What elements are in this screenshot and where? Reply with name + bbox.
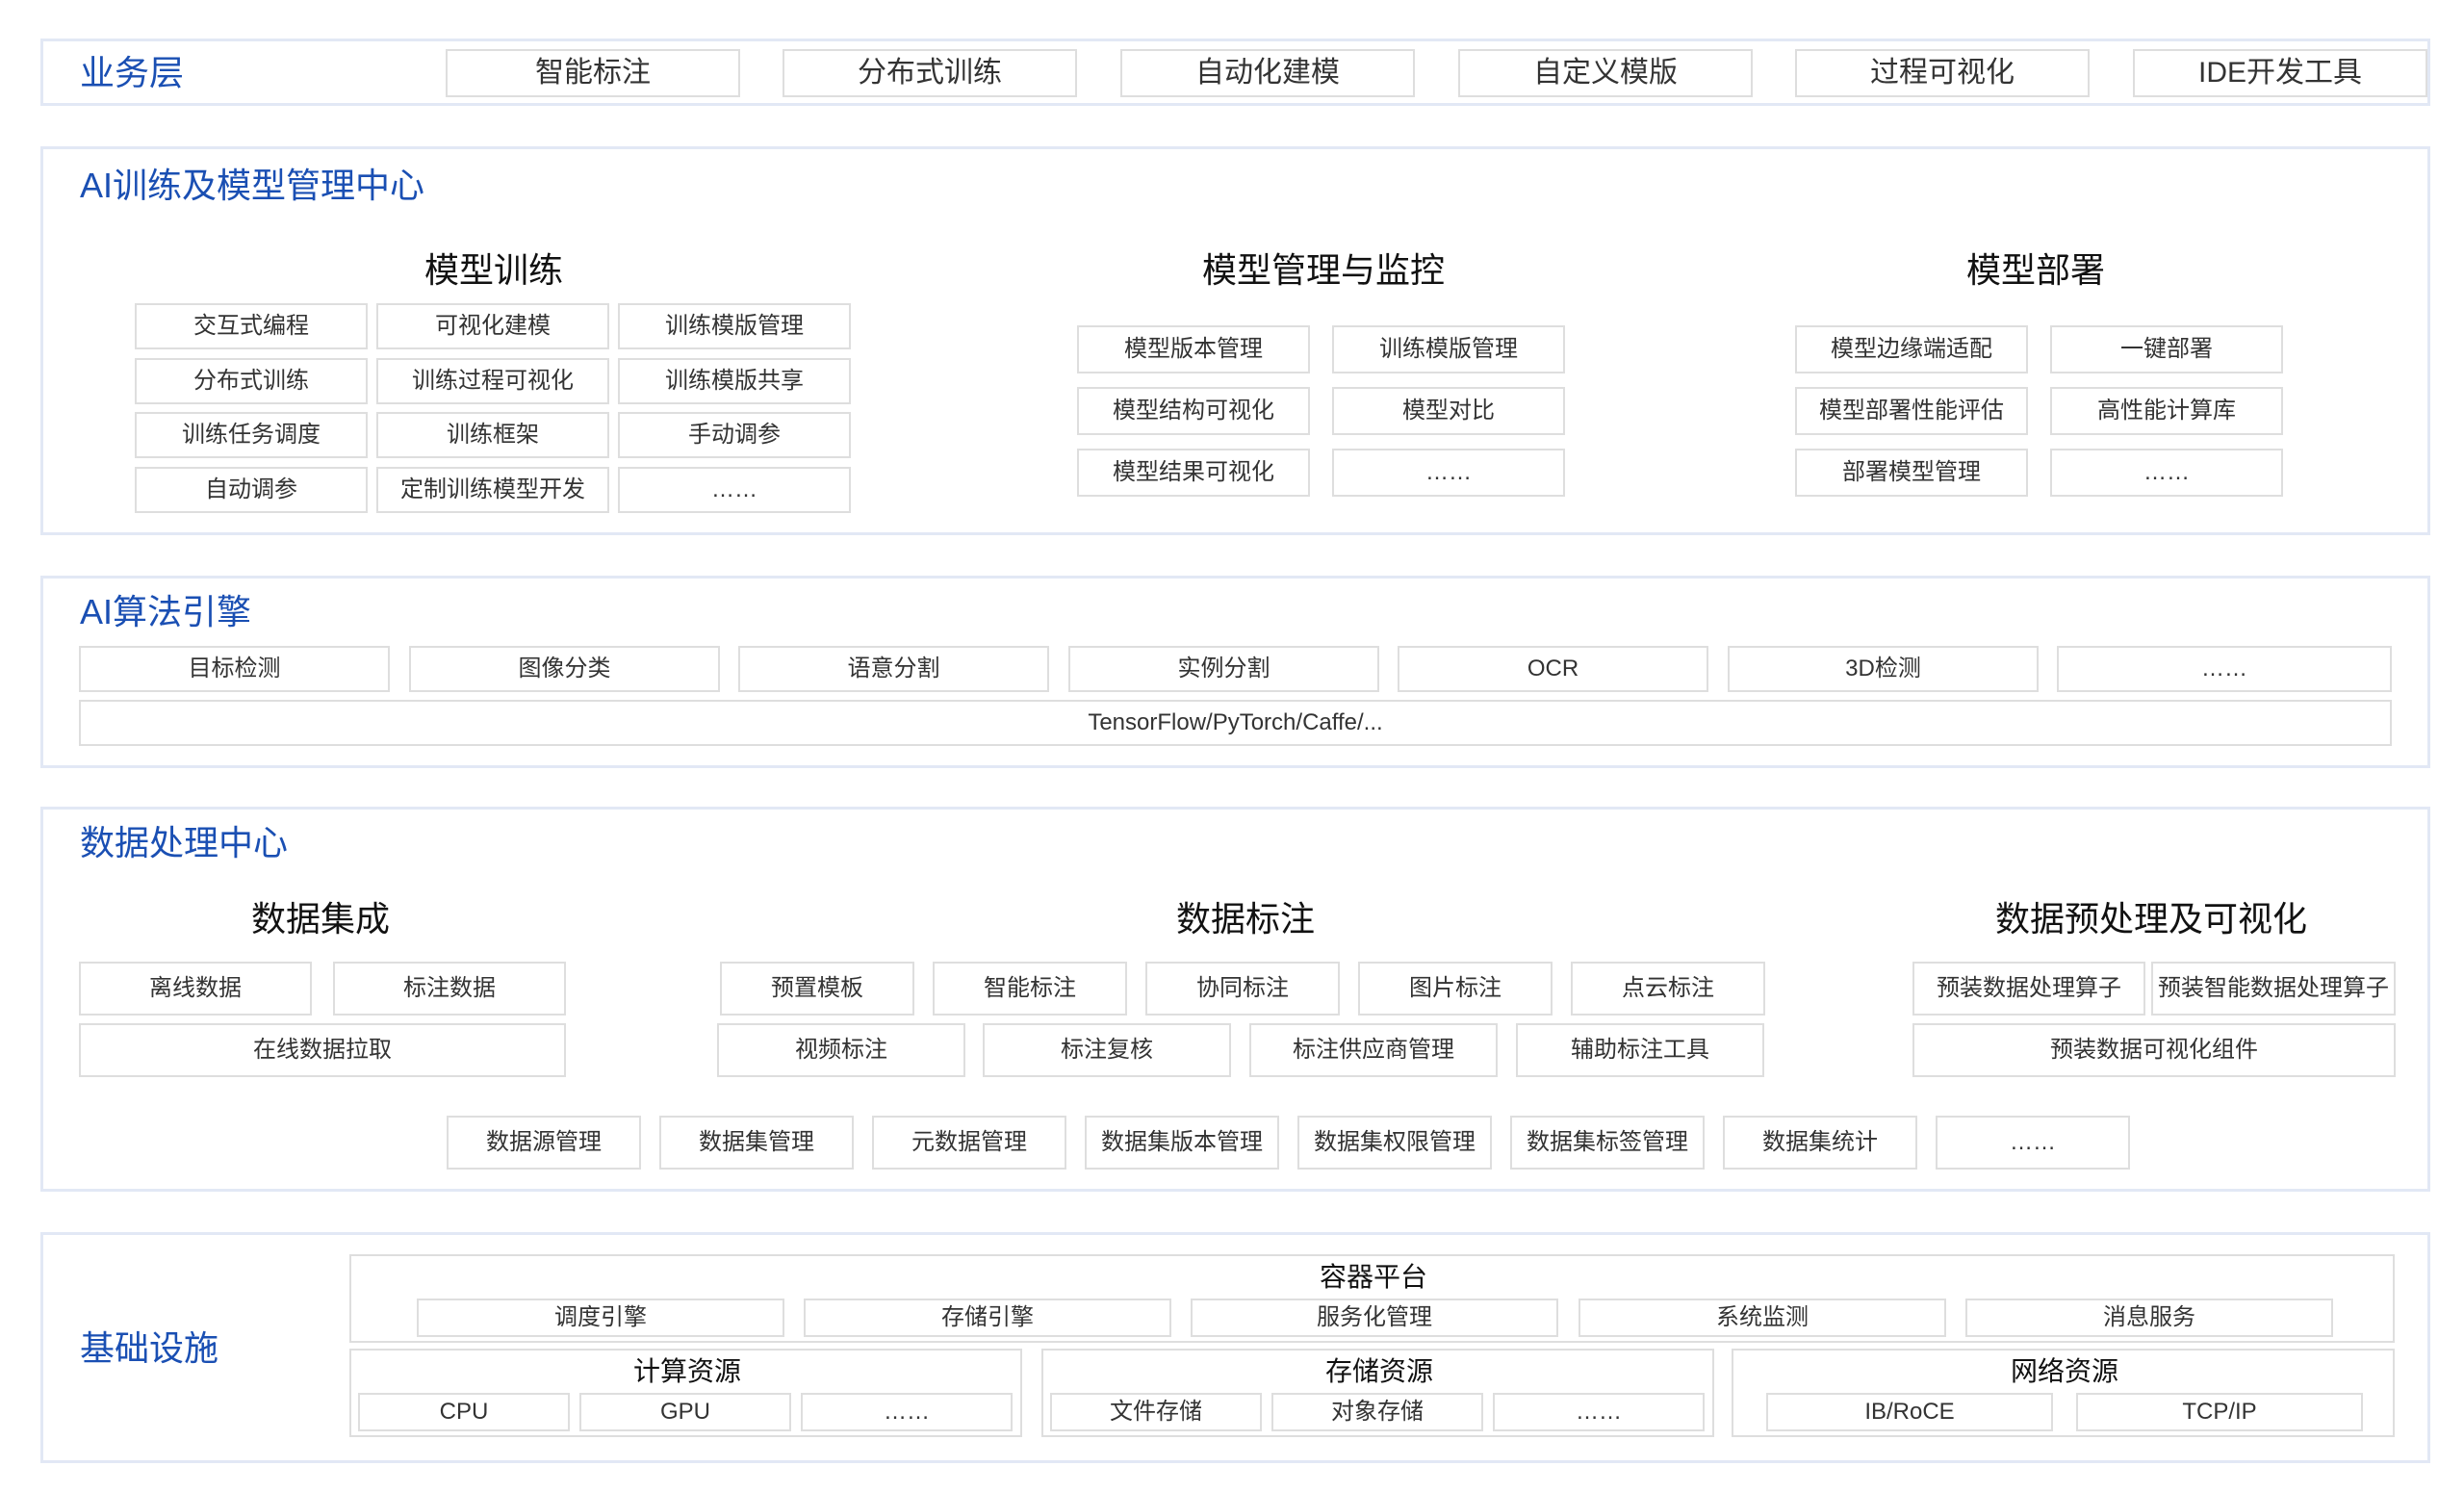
dataset-item: 数据集版本管理 xyxy=(1085,1116,1279,1170)
integration-item: 标注数据 xyxy=(333,962,566,1016)
dataset-item: 元数据管理 xyxy=(872,1116,1066,1170)
business-item: 自动化建模 xyxy=(1120,49,1415,97)
integration-item: 在线数据拉取 xyxy=(79,1023,566,1077)
network-item: IB/RoCE xyxy=(1766,1393,2053,1431)
annotation-title: 数据标注 xyxy=(1175,899,1316,939)
training-item: …… xyxy=(618,467,851,513)
training-item: 手动调参 xyxy=(618,412,851,458)
management-item: 模型版本管理 xyxy=(1077,325,1310,373)
compute-title: 计算资源 xyxy=(632,1356,742,1386)
training-item: 定制训练模型开发 xyxy=(376,467,609,513)
infra-title: 基础设施 xyxy=(80,1328,219,1368)
algo-item: 目标检测 xyxy=(79,646,390,692)
algo-title: AI算法引擎 xyxy=(80,592,252,631)
business-item: 自定义模版 xyxy=(1458,49,1753,97)
training-item: 训练过程可视化 xyxy=(376,358,609,404)
storage-resources: 存储资源 文件存储 对象存储 …… xyxy=(1041,1349,1714,1437)
container-item: 存储引擎 xyxy=(804,1299,1171,1337)
container-item: 服务化管理 xyxy=(1191,1299,1558,1337)
annotation-item: 智能标注 xyxy=(933,962,1127,1016)
dataset-item: 数据集权限管理 xyxy=(1297,1116,1492,1170)
storage-item: 文件存储 xyxy=(1050,1393,1262,1431)
business-item: 过程可视化 xyxy=(1795,49,2090,97)
dataset-item: 数据集管理 xyxy=(659,1116,854,1170)
deployment-item: 一键部署 xyxy=(2050,325,2283,373)
annotation-item: 标注供应商管理 xyxy=(1249,1023,1498,1077)
compute-item: CPU xyxy=(358,1393,570,1431)
algo-item: …… xyxy=(2057,646,2392,692)
deployment-item: 模型边缘端适配 xyxy=(1795,325,2028,373)
annotation-item: 点云标注 xyxy=(1571,962,1765,1016)
deployment-title: 模型部署 xyxy=(1965,250,2106,290)
training-item: 分布式训练 xyxy=(135,358,368,404)
business-layer-title: 业务层 xyxy=(80,53,185,92)
algo-item: 3D检测 xyxy=(1728,646,2039,692)
business-item: 智能标注 xyxy=(446,49,740,97)
training-item: 训练任务调度 xyxy=(135,412,368,458)
compute-item: GPU xyxy=(579,1393,791,1431)
container-platform: 容器平台 调度引擎 存储引擎 服务化管理 系统监测 消息服务 xyxy=(349,1254,2395,1343)
training-item: 自动调参 xyxy=(135,467,368,513)
management-item: …… xyxy=(1332,449,1565,497)
preprocess-title: 数据预处理及可视化 xyxy=(1994,899,2308,939)
annotation-item: 协同标注 xyxy=(1145,962,1340,1016)
network-item: TCP/IP xyxy=(2076,1393,2363,1431)
training-item: 可视化建模 xyxy=(376,303,609,349)
compute-resources: 计算资源 CPU GPU …… xyxy=(349,1349,1022,1437)
integration-item: 离线数据 xyxy=(79,962,312,1016)
annotation-item: 预置模板 xyxy=(720,962,914,1016)
deployment-item: 模型部署性能评估 xyxy=(1795,387,2028,435)
management-item: 模型对比 xyxy=(1332,387,1565,435)
integration-title: 数据集成 xyxy=(250,899,391,939)
dataset-item: 数据源管理 xyxy=(447,1116,641,1170)
dataset-item: 数据集统计 xyxy=(1723,1116,1917,1170)
container-title: 容器平台 xyxy=(1319,1262,1428,1292)
compute-item: …… xyxy=(801,1393,1013,1431)
training-title: 模型训练 xyxy=(424,250,564,290)
deployment-item: 部署模型管理 xyxy=(1795,449,2028,497)
algo-layer: AI算法引擎 目标检测 图像分类 语意分割 实例分割 OCR 3D检测 …… T… xyxy=(40,576,2430,768)
container-item: 消息服务 xyxy=(1965,1299,2333,1337)
business-item: 分布式训练 xyxy=(783,49,1077,97)
deployment-item: 高性能计算库 xyxy=(2050,387,2283,435)
storage-title: 存储资源 xyxy=(1324,1356,1434,1386)
ai-center-title: AI训练及模型管理中心 xyxy=(80,166,425,205)
management-item: 模型结果可视化 xyxy=(1077,449,1310,497)
framework-bar: TensorFlow/PyTorch/Caffe/... xyxy=(79,700,2392,746)
storage-item: …… xyxy=(1493,1393,1705,1431)
management-item: 训练模版管理 xyxy=(1332,325,1565,373)
annotation-item: 视频标注 xyxy=(717,1023,965,1077)
deployment-item: …… xyxy=(2050,449,2283,497)
annotation-item: 辅助标注工具 xyxy=(1516,1023,1764,1077)
ai-center-layer: AI训练及模型管理中心 模型训练 交互式编程 可视化建模 训练模版管理 分布式训… xyxy=(40,146,2430,535)
network-title: 网络资源 xyxy=(2010,1356,2119,1386)
container-item: 调度引擎 xyxy=(417,1299,784,1337)
algo-item: OCR xyxy=(1398,646,1708,692)
training-item: 交互式编程 xyxy=(135,303,368,349)
dataset-item: …… xyxy=(1936,1116,2130,1170)
storage-item: 对象存储 xyxy=(1271,1393,1483,1431)
annotation-item: 标注复核 xyxy=(983,1023,1231,1077)
algo-item: 语意分割 xyxy=(738,646,1049,692)
business-item: IDE开发工具 xyxy=(2133,49,2427,97)
dataset-item: 数据集标签管理 xyxy=(1510,1116,1705,1170)
preprocess-item: 预装数据处理算子 xyxy=(1912,962,2145,1016)
network-resources: 网络资源 IB/RoCE TCP/IP xyxy=(1732,1349,2395,1437)
data-center-title: 数据处理中心 xyxy=(80,823,289,862)
data-center-layer: 数据处理中心 数据集成 离线数据 标注数据 在线数据拉取 数据标注 预置模板 智… xyxy=(40,807,2430,1192)
training-item: 训练模版共享 xyxy=(618,358,851,404)
preprocess-item: 预装智能数据处理算子 xyxy=(2151,962,2396,1016)
training-item: 训练框架 xyxy=(376,412,609,458)
preprocess-item: 预装数据可视化组件 xyxy=(1912,1023,2396,1077)
management-title: 模型管理与监控 xyxy=(1201,250,1446,290)
algo-item: 图像分类 xyxy=(409,646,720,692)
management-item: 模型结构可视化 xyxy=(1077,387,1310,435)
infra-layer: 基础设施 容器平台 调度引擎 存储引擎 服务化管理 系统监测 消息服务 计算资源… xyxy=(40,1232,2430,1463)
business-layer: 业务层 智能标注 分布式训练 自动化建模 自定义模版 过程可视化 IDE开发工具 xyxy=(40,39,2430,106)
training-item: 训练模版管理 xyxy=(618,303,851,349)
container-item: 系统监测 xyxy=(1578,1299,1946,1337)
algo-item: 实例分割 xyxy=(1068,646,1379,692)
annotation-item: 图片标注 xyxy=(1358,962,1553,1016)
